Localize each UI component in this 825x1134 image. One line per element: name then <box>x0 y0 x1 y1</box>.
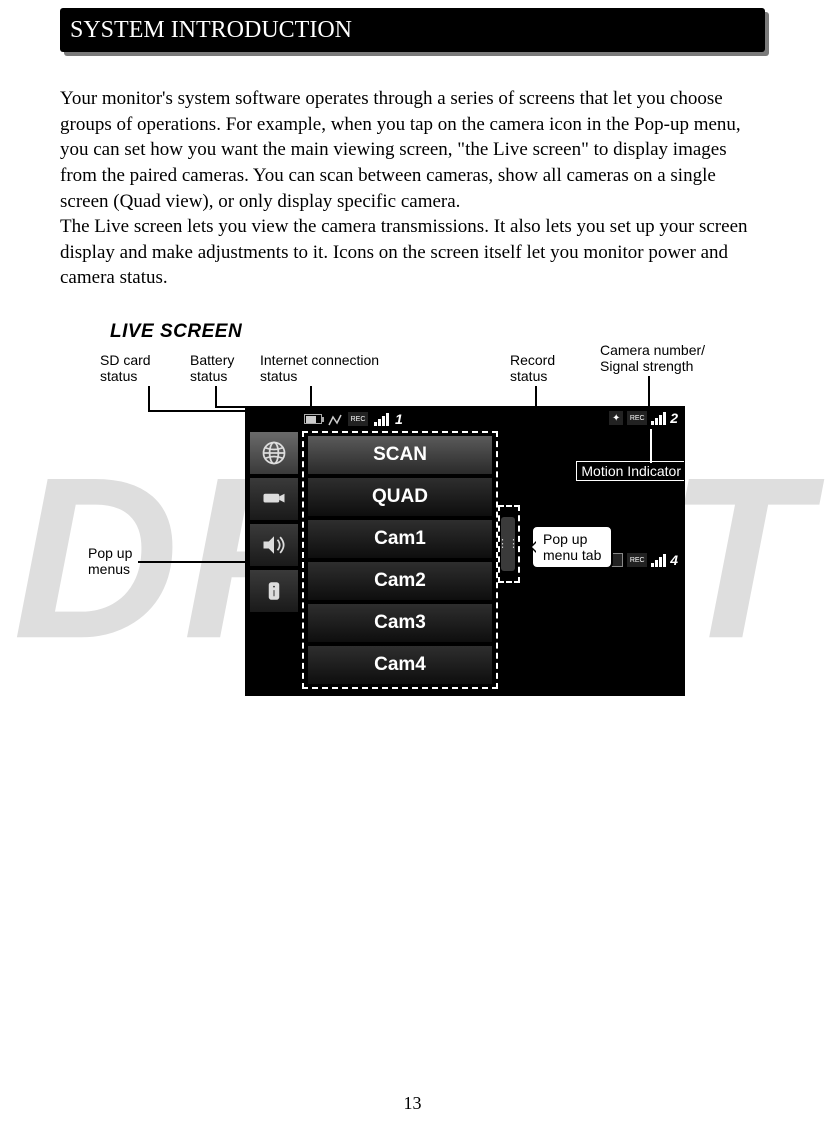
body-text: Your monitor's system software operates … <box>60 86 765 291</box>
signal-bars-icon <box>651 554 666 567</box>
page-number: 13 <box>0 1093 825 1114</box>
callout-battery-status: Battery status <box>190 353 234 384</box>
figure-title: LIVE SCREEN <box>110 321 750 343</box>
paragraph-1: Your monitor's system software operates … <box>60 86 765 214</box>
menu-cam3[interactable]: Cam3 <box>307 603 493 643</box>
popup-menu-list: SCAN QUAD Cam1 Cam2 Cam3 Cam4 <box>307 435 493 687</box>
menu-quad[interactable]: QUAD <box>307 477 493 517</box>
callout-popup-menus: Pop up menus <box>88 546 132 577</box>
callout-popup-tab: Pop up menu tab <box>531 525 613 569</box>
section-title: SYSTEM INTRODUCTION <box>60 8 765 52</box>
network-icon <box>328 413 342 425</box>
menu-cam4[interactable]: Cam4 <box>307 645 493 685</box>
rec-icon: REC <box>348 412 368 426</box>
rec-icon: REC <box>627 411 647 425</box>
callout-internet-status: Internet connection status <box>260 353 379 384</box>
status-bottom-right: REC 4 <box>611 552 678 568</box>
rec-icon: REC <box>627 553 647 567</box>
device-screen: REC 1 ✦ REC 2 Motion Indicator REC <box>245 406 685 696</box>
callout-motion-indicator: Motion Indicator <box>576 461 685 481</box>
section-header: SYSTEM INTRODUCTION <box>60 8 765 56</box>
callout-camera-signal: Camera number/ Signal strength <box>600 343 705 374</box>
camera-number-right: 2 <box>670 410 678 426</box>
camera-icon[interactable] <box>249 477 299 521</box>
callout-record-status: Record status <box>510 353 555 384</box>
info-icon[interactable] <box>249 569 299 613</box>
camera-number-bottom: 4 <box>670 552 678 568</box>
globe-icon[interactable] <box>249 431 299 475</box>
side-icon-column <box>249 431 301 615</box>
menu-cam1[interactable]: Cam1 <box>307 519 493 559</box>
speaker-icon[interactable] <box>249 523 299 567</box>
menu-scan[interactable]: SCAN <box>307 435 493 475</box>
callout-sd-status: SD card status <box>100 353 151 384</box>
menu-cam2[interactable]: Cam2 <box>307 561 493 601</box>
live-screen-figure: LIVE SCREEN SD card status Battery statu… <box>110 321 750 721</box>
signal-bars-icon <box>374 413 389 426</box>
popup-menu-tab[interactable]: ⋮⋮ <box>501 517 515 571</box>
status-top-right: ✦ REC 2 <box>609 410 678 426</box>
drag-dots-icon: ⋮⋮ <box>497 542 519 546</box>
battery-icon <box>304 414 322 424</box>
signal-bars-icon <box>651 412 666 425</box>
motion-icon: ✦ <box>609 411 623 425</box>
camera-number-top: 1 <box>395 411 403 427</box>
paragraph-2: The Live screen lets you view the camera… <box>60 214 765 291</box>
